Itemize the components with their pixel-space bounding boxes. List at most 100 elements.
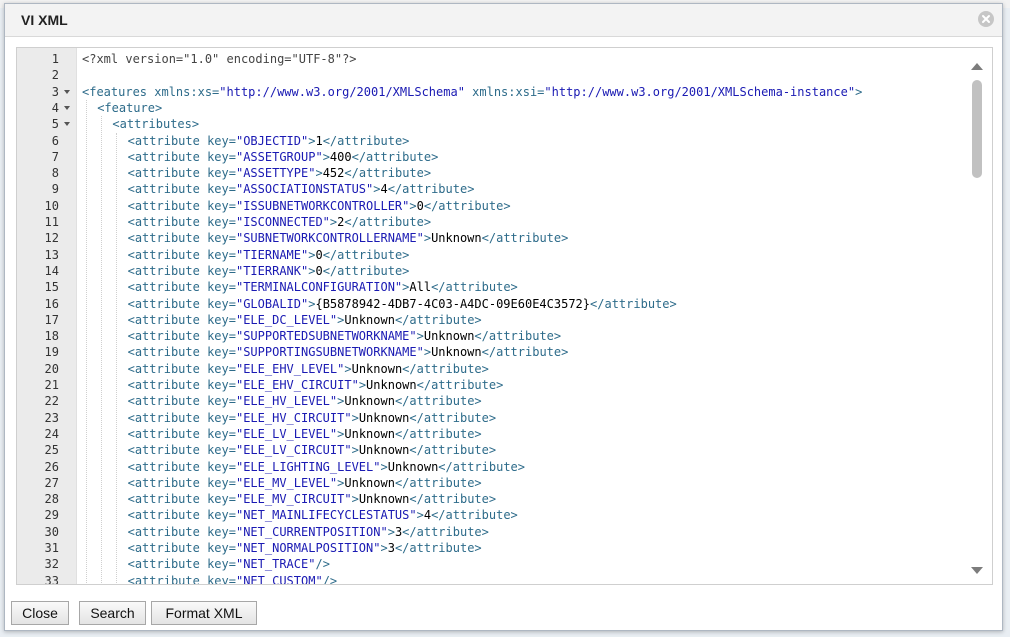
line-number: 12 [44, 231, 59, 246]
code-line: <attribute key="NET_CURRENTPOSITION">3</… [128, 524, 489, 540]
line-number: 3 [51, 84, 59, 99]
xml-code-editor[interactable]: 1 2 3 4 5 6 7 8 9 10 11 12 13 14 15 16 17 18 19 20 21 22 23 24 2… [16, 47, 993, 585]
code-token: </attribute> [409, 443, 497, 458]
line-number: 6 [51, 133, 59, 148]
code-token: </attribute> [344, 166, 432, 181]
code-line: <attribute key="ELE_DC_LEVEL">Unknown</a… [128, 312, 482, 328]
code-token: 4 [423, 508, 432, 523]
code-token: <attribute [127, 492, 208, 507]
code-token: </attribute> [402, 524, 489, 539]
code-token: 0 [315, 247, 323, 262]
code-token: </attribute> [474, 329, 562, 344]
code-token: <attribute [127, 410, 208, 425]
code-token: key= [207, 345, 236, 360]
code-token: key= [207, 361, 236, 376]
fold-toggle-icon[interactable] [64, 122, 70, 127]
code-token: "ASSETTYPE" [235, 166, 316, 181]
code-content[interactable]: <?xml version="1.0" encoding="UTF-8"?> <f… [77, 48, 962, 584]
code-token: "ELE_LIGHTING_LEVEL" [235, 459, 381, 474]
code-token: key= [207, 524, 236, 539]
code-token: > [351, 492, 359, 507]
code-token: <attribute [127, 378, 208, 392]
code-token: "ELE_DC_LEVEL" [235, 312, 338, 327]
code-line: <attribute key="SUPPORTINGSUBNETWORKNAME… [128, 344, 569, 360]
code-token: </attribute> [409, 492, 497, 507]
code-token: "NET_NORMALPOSITION" [235, 541, 381, 555]
vertical-scrollbar[interactable] [962, 48, 992, 584]
search-button[interactable]: Search [79, 601, 146, 625]
code-token: key= [207, 557, 236, 572]
code-token: key= [207, 426, 236, 441]
code-token: </attribute> [322, 133, 410, 148]
code-token: </attribute> [423, 198, 511, 213]
close-icon[interactable] [978, 11, 994, 27]
line-number: 20 [44, 361, 59, 376]
code-token: <attribute [127, 361, 208, 376]
code-token: "GLOBALID" [235, 296, 309, 311]
code-token: Unknown [431, 231, 482, 246]
code-line: <features xmlns:xs= "http://www.w3.org/20… [82, 84, 862, 100]
code-token: "TIERRANK" [235, 263, 309, 278]
indent-guide [101, 116, 103, 584]
code-token: Unknown [358, 492, 410, 507]
code-token: "ASSOCIATIONSTATUS" [235, 182, 374, 197]
code-token: "ISSUBNETWORKCONTROLLER" [235, 198, 410, 213]
code-line: <attribute key="GLOBALID">{B5878942-4DB7… [128, 296, 677, 312]
code-token: > [322, 149, 330, 164]
code-token: "SUPPORTEDSUBNETWORKNAME" [235, 329, 417, 344]
code-line: <attribute key="ELE_LV_CIRCUIT">Unknown<… [128, 442, 497, 458]
code-token: "SUBNETWORKCONTROLLERNAME" [235, 231, 424, 246]
fold-toggle-icon[interactable] [64, 105, 70, 110]
code-token: 3 [387, 541, 395, 555]
code-token: <attribute [127, 215, 208, 229]
scrollbar-thumb[interactable] [972, 80, 982, 178]
fold-toggle-icon[interactable] [64, 89, 70, 94]
close-button[interactable]: Close [11, 601, 69, 625]
code-token: xmlns:xs= [154, 84, 220, 99]
code-token: > [358, 378, 367, 392]
line-number: 7 [51, 149, 59, 164]
code-token: key= [207, 263, 236, 278]
code-token: > [409, 198, 417, 213]
code-token: <attribute [127, 541, 208, 555]
code-token: <attribute [127, 182, 208, 197]
code-line: <attribute key="ASSETGROUP">400</attribu… [128, 149, 439, 165]
format-xml-button[interactable]: Format XML [151, 601, 257, 625]
code-token: key= [207, 133, 236, 148]
code-token: "NET_CUSTOM" [235, 573, 323, 584]
code-token: <attribute [127, 475, 208, 490]
code-token: </attribute> [394, 426, 482, 441]
code-token: key= [207, 394, 236, 409]
scroll-up-icon[interactable] [971, 63, 983, 70]
code-token: /> [315, 557, 330, 572]
code-token: "ELE_HV_CIRCUIT" [235, 410, 352, 425]
code-token: 400 [329, 149, 352, 164]
code-token: key= [207, 296, 236, 311]
code-token: key= [207, 280, 236, 295]
scroll-down-icon[interactable] [971, 567, 983, 574]
code-line: <attribute key="TERMINALCONFIGURATION">A… [128, 279, 518, 295]
code-token: </attribute> [438, 459, 525, 474]
line-number: 16 [44, 296, 59, 311]
line-number: 15 [44, 280, 59, 295]
code-line: <attribute key="TIERRANK">0</attribute> [128, 263, 410, 279]
code-token: </attribute> [322, 247, 410, 262]
line-number: 33 [44, 573, 59, 585]
code-line: <attribute key="ASSETTYPE">452</attribut… [128, 165, 432, 181]
code-token: > [315, 166, 323, 181]
code-token: "ELE_EHV_LEVEL" [235, 361, 345, 376]
code-token: {B5878942-4DB7-4C03-A4DC-09E60E4C3572} [315, 296, 591, 311]
code-token: "SUPPORTINGSUBNETWORKNAME" [235, 345, 424, 360]
dialog-titlebar: VI XML [5, 4, 1002, 37]
code-line: <attribute key="ASSOCIATIONSTATUS">4</at… [128, 181, 475, 197]
code-token: <attribute [127, 280, 208, 295]
code-token: "http://www.w3.org/2001/XMLSchema-instan… [544, 84, 856, 99]
code-token: Unknown [431, 345, 482, 360]
code-line: <attribute key="OBJECTID">1</attribute> [128, 133, 410, 149]
code-token: <features [82, 84, 155, 99]
code-token: key= [207, 312, 236, 327]
line-number-gutter: 1 2 3 4 5 6 7 8 9 10 11 12 13 14 15 16 17 18 19 20 21 22 23 24 2… [17, 48, 77, 584]
code-token: "ELE_EHV_CIRCUIT" [235, 378, 359, 392]
code-token: "ELE_HV_LEVEL" [235, 394, 338, 409]
code-token: Unknown [344, 426, 395, 441]
